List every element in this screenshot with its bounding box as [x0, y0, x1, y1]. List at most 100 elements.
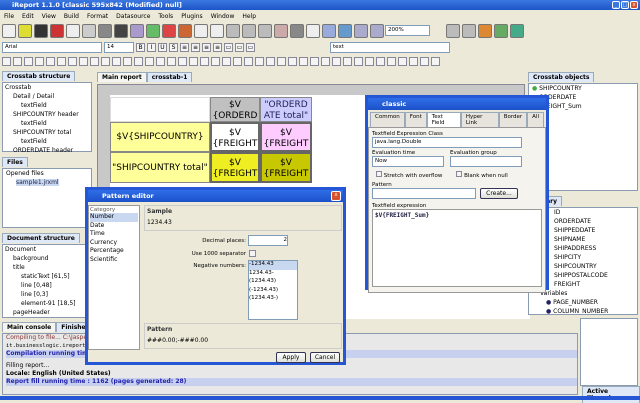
menu-plugins[interactable]: Plugins — [181, 11, 203, 22]
props-tab[interactable]: All — [527, 112, 544, 127]
align-button-icon[interactable] — [24, 57, 33, 66]
tab-main-report[interactable]: Main report — [97, 72, 147, 82]
align-button-icon[interactable] — [123, 57, 132, 66]
toolbar-tool-icon[interactable] — [2, 24, 16, 38]
tree-item[interactable]: textField — [5, 137, 91, 146]
maximize-button[interactable]: □ — [621, 1, 629, 9]
category-item[interactable]: Scientific — [90, 256, 138, 265]
create-button[interactable]: Create... — [480, 188, 518, 199]
format-button-icon[interactable]: ▭ — [246, 42, 255, 52]
variables-node[interactable]: Variables — [532, 289, 637, 298]
evaltime-select[interactable]: Now — [372, 156, 444, 167]
align-button-icon[interactable] — [101, 57, 110, 66]
toolbar-tool-icon[interactable] — [446, 24, 460, 38]
menu-window[interactable]: Window — [211, 11, 235, 22]
format-button-icon[interactable]: ≡ — [213, 42, 222, 52]
row-total-detail-cell[interactable]: $V {FREIGHT — [210, 152, 260, 183]
props-tab[interactable]: Border — [498, 112, 528, 127]
tab-files[interactable]: Files — [2, 157, 28, 167]
align-button-icon[interactable] — [310, 57, 319, 66]
negative-option[interactable]: (-1234.43) — [249, 287, 297, 296]
format-button-icon[interactable]: S — [169, 42, 178, 52]
toolbar-tool-icon[interactable] — [274, 24, 288, 38]
font-select[interactable]: Arial — [2, 41, 102, 53]
align-button-icon[interactable] — [112, 57, 121, 66]
menu-view[interactable]: View — [42, 11, 56, 22]
menu-format[interactable]: Format — [87, 11, 108, 22]
toolbar-tool-icon[interactable] — [338, 24, 352, 38]
toolbar-tool-icon[interactable] — [114, 24, 128, 38]
tree-item[interactable]: line [0,3] — [5, 290, 91, 299]
align-button-icon[interactable] — [68, 57, 77, 66]
align-button-icon[interactable] — [134, 57, 143, 66]
font-size-select[interactable]: 14 — [104, 41, 134, 53]
props-tab[interactable]: Text Field — [426, 112, 461, 127]
toolbar-tool-icon[interactable] — [18, 24, 32, 38]
props-tab[interactable]: Hyper Link — [460, 112, 499, 127]
negative-option[interactable]: (1234.43) — [249, 278, 297, 287]
props-tab[interactable]: Common — [370, 112, 405, 127]
category-item[interactable]: Number — [90, 213, 138, 222]
toolbar-tool-icon[interactable] — [290, 24, 304, 38]
align-button-icon[interactable] — [431, 57, 440, 66]
align-button-icon[interactable] — [13, 57, 22, 66]
toolbar-tool-icon[interactable] — [322, 24, 336, 38]
category-item[interactable]: Time — [90, 230, 138, 239]
cancel-button[interactable]: Cancel — [310, 352, 340, 363]
tree-item[interactable]: Document — [5, 245, 91, 254]
close-button[interactable]: x — [630, 1, 638, 9]
align-button-icon[interactable] — [255, 57, 264, 66]
align-button-icon[interactable] — [233, 57, 242, 66]
tree-item[interactable]: textField — [5, 119, 91, 128]
negative-option[interactable]: (1234.43-) — [249, 295, 297, 304]
column-total-cell[interactable]: "ORDERD ATE total" — [260, 97, 312, 122]
align-button-icon[interactable] — [222, 57, 231, 66]
align-button-icon[interactable] — [332, 57, 341, 66]
text-select[interactable]: text — [330, 41, 450, 53]
category-item[interactable]: Date — [90, 222, 138, 231]
class-select[interactable]: java.lang.Double — [372, 137, 522, 148]
props-tab[interactable]: Font — [404, 112, 427, 127]
evalgroup-select[interactable] — [450, 156, 522, 167]
tree-item[interactable]: title — [5, 263, 91, 272]
align-button-icon[interactable] — [145, 57, 154, 66]
align-button-icon[interactable] — [277, 57, 286, 66]
minimize-button[interactable]: _ — [612, 1, 620, 9]
tree-item[interactable]: line [0,48] — [5, 281, 91, 290]
tab-main-console[interactable]: Main console — [2, 322, 57, 332]
format-button-icon[interactable]: ▭ — [224, 42, 233, 52]
variable-item[interactable]: ● COLUMN_NUMBER — [532, 307, 637, 314]
dialog-close-button[interactable]: x — [331, 191, 341, 201]
align-button-icon[interactable] — [420, 57, 429, 66]
tab-crosstab-structure[interactable]: Crosstab structure — [2, 71, 76, 81]
format-button-icon[interactable]: I — [147, 42, 156, 52]
align-button-icon[interactable] — [57, 57, 66, 66]
format-button-icon[interactable]: ≡ — [191, 42, 200, 52]
negative-numbers-list[interactable]: -1234.43 1234.43- (1234.43) (-1234.43) (1234… — [248, 260, 298, 320]
tab-active-threads[interactable]: Active Threads — [582, 386, 640, 403]
align-button-icon[interactable] — [90, 57, 99, 66]
toolbar-tool-icon[interactable] — [50, 24, 64, 38]
toolbar-tool-icon[interactable] — [478, 24, 492, 38]
document-tree[interactable]: Document background title staticText [61,5]… — [2, 244, 92, 318]
tree-item[interactable]: SHIPCOUNTRY header — [5, 110, 91, 119]
tab-crosstab-objects[interactable]: Crosstab objects — [528, 72, 595, 82]
align-button-icon[interactable] — [156, 57, 165, 66]
tree-item[interactable]: pageHeader — [5, 308, 91, 317]
align-button-icon[interactable] — [409, 57, 418, 66]
align-button-icon[interactable] — [299, 57, 308, 66]
row-total-cell[interactable]: "SHIPCOUNTRY total" — [110, 152, 210, 183]
column-total-detail-cell[interactable]: $V {FREIGHT — [260, 122, 312, 152]
menu-edit[interactable]: Edit — [22, 11, 34, 22]
category-item[interactable]: Currency — [90, 239, 138, 248]
category-item[interactable]: Percentage — [90, 247, 138, 256]
toolbar-tool-icon[interactable] — [194, 24, 208, 38]
tree-item[interactable]: staticText [61,5] — [5, 272, 91, 281]
separator-checkbox[interactable] — [249, 250, 256, 257]
align-button-icon[interactable] — [79, 57, 88, 66]
align-button-icon[interactable] — [288, 57, 297, 66]
format-button-icon[interactable]: ≡ — [202, 42, 211, 52]
grand-total-cell[interactable]: $V {FREIGHT — [260, 152, 312, 183]
toolbar-tool-icon[interactable] — [82, 24, 96, 38]
menu-tools[interactable]: Tools — [158, 11, 173, 22]
